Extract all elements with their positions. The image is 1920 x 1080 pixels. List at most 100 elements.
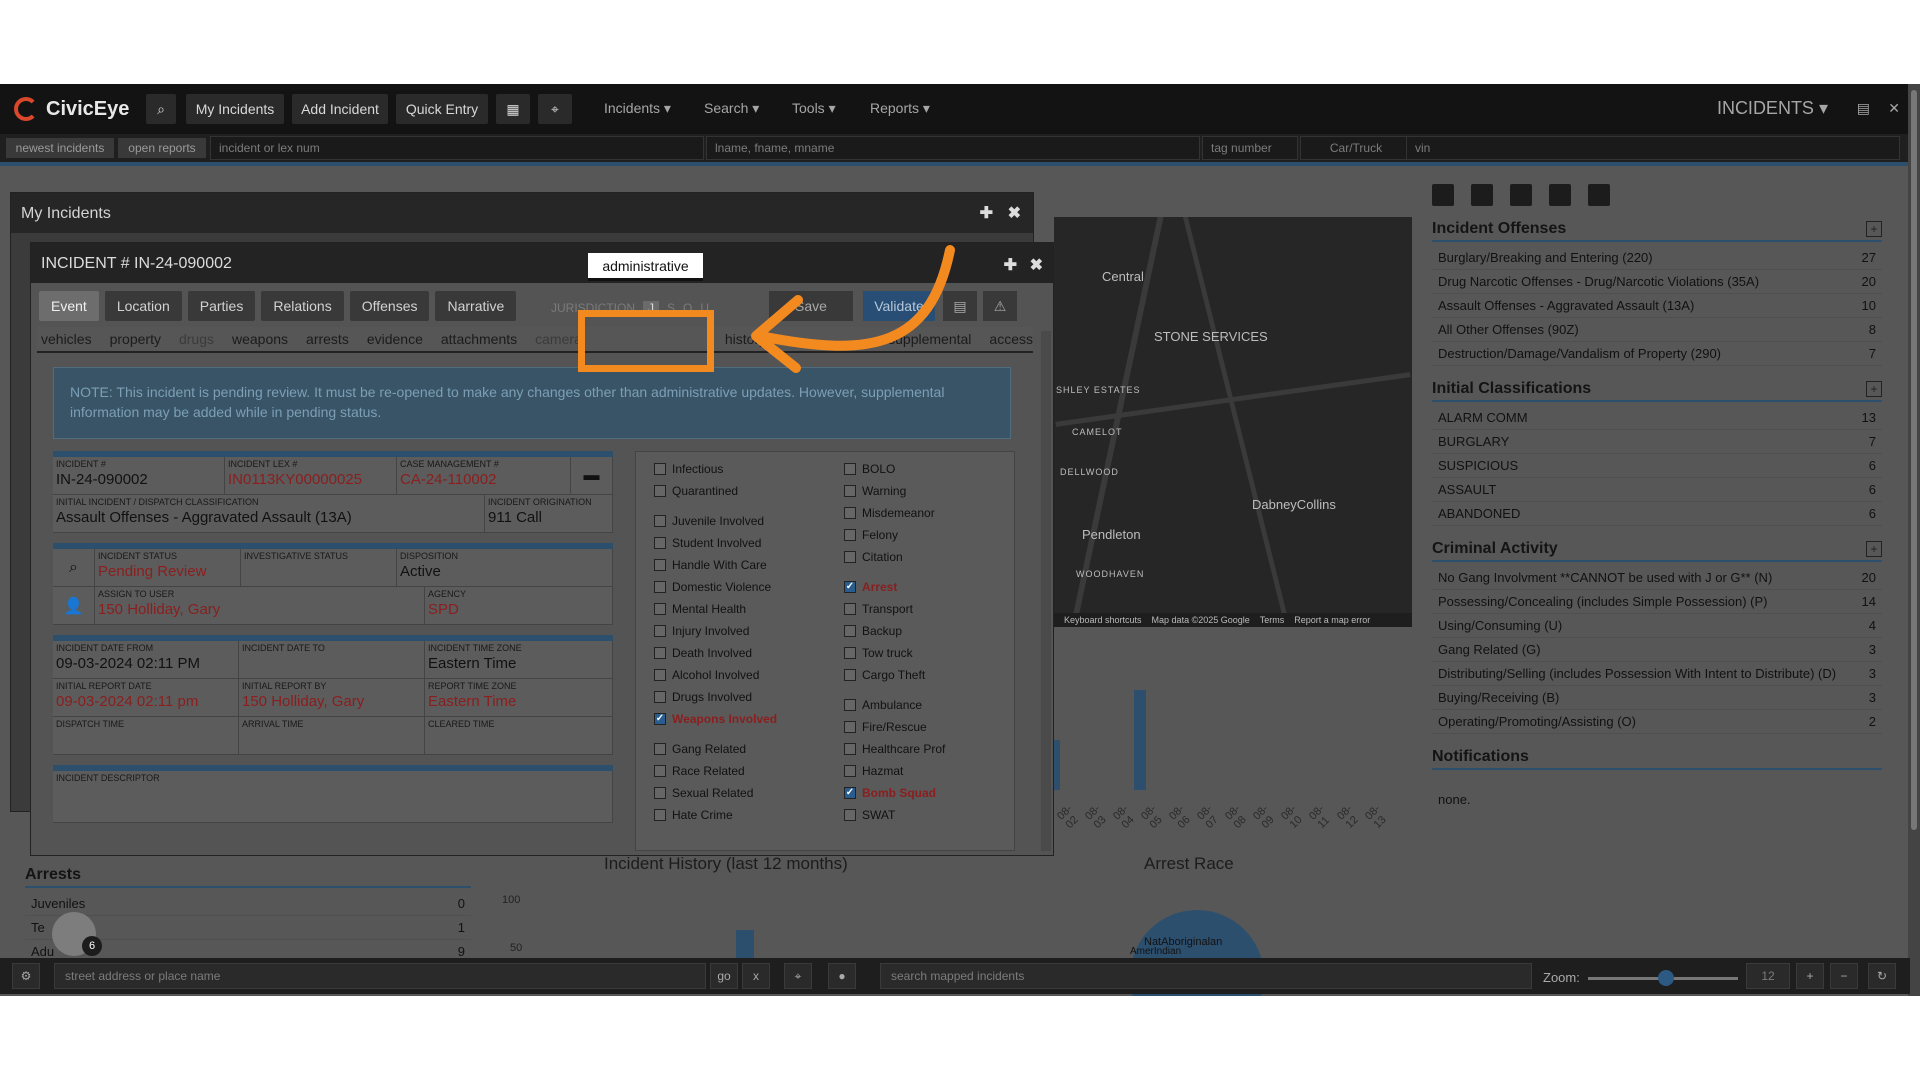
origination-field[interactable]: INCIDENT ORIGINATION 911 Call (485, 495, 613, 533)
flag-tow-truck[interactable]: Tow truck (844, 646, 913, 660)
incident-number-input[interactable]: incident or lex num (210, 136, 704, 160)
module-title[interactable]: INCIDENTS ▾ (1717, 98, 1828, 119)
clear-button[interactable]: x (742, 963, 770, 989)
map-pin-icon[interactable]: ● (828, 963, 856, 989)
dispatch-time-field[interactable]: DISPATCH TIME (53, 717, 239, 755)
scrollbar-thumb[interactable] (1911, 90, 1917, 830)
assign-user-field[interactable]: ASSIGN TO USER 150 Holliday, Gary (95, 587, 425, 625)
flag-bomb-squad[interactable]: ✓ Bomb Squad (844, 786, 936, 800)
initial-classification-field[interactable]: INITIAL INCIDENT / DISPATCH CLASSIFICATI… (53, 495, 485, 533)
search-icon[interactable]: ⌕ (53, 549, 95, 587)
date-to-field[interactable]: INCIDENT DATE TO (239, 641, 425, 679)
subtab-weapons[interactable]: weapons (232, 331, 288, 347)
window-scrollbar[interactable] (1041, 331, 1051, 851)
subtab-evidence[interactable]: evidence (367, 331, 423, 347)
checkbox[interactable] (654, 537, 666, 549)
flag-handle-with-care[interactable]: Handle With Care (654, 558, 767, 572)
checkbox[interactable] (654, 581, 666, 593)
menu-tools[interactable]: Tools ▾ (792, 100, 836, 117)
subtab-drugs[interactable]: drugs (179, 331, 214, 347)
arrival-time-field[interactable]: ARRIVAL TIME (239, 717, 425, 755)
subtab-vehicles[interactable]: vehicles (41, 331, 92, 347)
list-item[interactable]: Burglary/Breaking and Entering (220) 27 (1432, 246, 1882, 270)
checkbox[interactable] (844, 647, 856, 659)
vehicle-type-select[interactable]: Car/Truck (1300, 136, 1412, 160)
flag-arrest[interactable]: ✓ Arrest (844, 580, 897, 594)
page-scrollbar[interactable] (1908, 84, 1920, 996)
tab-offenses[interactable]: Offenses (349, 291, 430, 321)
address-search-input[interactable]: street address or place name (54, 963, 706, 989)
subtab-arrests[interactable]: arrests (306, 331, 349, 347)
checkbox[interactable] (654, 669, 666, 681)
checkbox[interactable] (654, 809, 666, 821)
locate-icon[interactable]: ⌖ (784, 963, 812, 989)
quick-entry-button[interactable]: Quick Entry (396, 94, 488, 124)
flag-misdemeanor[interactable]: Misdemeanor (844, 506, 935, 520)
date-from-field[interactable]: INCIDENT DATE FROM 09-03-2024 02:11 PM (53, 641, 239, 679)
agency-field[interactable]: AGENCY SPD (425, 587, 613, 625)
subtab-access[interactable]: access (989, 331, 1033, 347)
tag-number-input[interactable]: tag number (1202, 136, 1298, 160)
add-icon[interactable]: ✚ (980, 203, 993, 223)
checkbox[interactable] (654, 691, 666, 703)
flag-sexual[interactable]: Sexual Related (654, 786, 753, 800)
expand-icon[interactable]: + (1866, 221, 1882, 237)
report-icon[interactable] (1588, 184, 1610, 206)
incident-descriptor-field[interactable]: INCIDENT DESCRIPTOR (53, 771, 613, 823)
list-item[interactable]: Assault Offenses - Aggravated Assault (1… (1432, 294, 1882, 318)
map-report-link[interactable]: Report a map error (1294, 615, 1370, 625)
map-terms-link[interactable]: Terms (1260, 615, 1285, 625)
flag-domestic[interactable]: Domestic Violence (654, 580, 771, 594)
subtab-attachments[interactable]: attachments (441, 331, 517, 347)
tab-parties[interactable]: Parties (187, 291, 256, 321)
vin-input[interactable]: vin (1406, 136, 1900, 160)
subtab-administrative[interactable]: administrative (588, 253, 703, 281)
checkbox[interactable] (844, 603, 856, 615)
tab-narrative[interactable]: Narrative (435, 291, 517, 321)
close-icon[interactable]: ✕ (1888, 100, 1900, 117)
checkbox[interactable] (844, 669, 856, 681)
subtab-property[interactable]: property (110, 331, 161, 347)
list-item[interactable]: Using/Consuming (U) 4 (1432, 614, 1882, 638)
checkbox[interactable] (844, 765, 856, 777)
window-title[interactable]: My Incidents (11, 193, 1033, 233)
tab-location[interactable]: Location (104, 291, 182, 321)
open-reports-button[interactable]: open reports (118, 138, 206, 158)
calculator-icon[interactable]: ▦ (496, 94, 530, 124)
flag-healthcare[interactable]: Healthcare Prof (844, 742, 945, 756)
checkbox[interactable]: ✓ (844, 787, 856, 799)
calculator-icon[interactable] (1432, 184, 1454, 206)
incident-map[interactable]: Central STONE SERVICES SHLEY ESTATES CAM… (1054, 217, 1412, 627)
map-shortcuts-link[interactable]: Keyboard shortcuts (1064, 615, 1142, 625)
flag-juvenile[interactable]: Juvenile Involved (654, 514, 764, 528)
checkbox[interactable] (844, 551, 856, 563)
zoom-in-button[interactable]: + (1796, 963, 1824, 989)
list-item[interactable]: All Other Offenses (90Z) 8 (1432, 318, 1882, 342)
list-item[interactable]: Possessing/Concealing (includes Simple P… (1432, 590, 1882, 614)
zoom-out-button[interactable]: − (1830, 963, 1858, 989)
go-button[interactable]: go (710, 963, 738, 989)
flag-weapons[interactable]: ✓ Weapons Involved (654, 712, 777, 726)
flag-alcohol[interactable]: Alcohol Involved (654, 668, 759, 682)
close-icon[interactable]: ✖ (1030, 255, 1043, 275)
cleared-time-field[interactable]: CLEARED TIME (425, 717, 613, 755)
calendar-icon[interactable] (1471, 184, 1493, 206)
list-item[interactable]: Drug Narcotic Offenses - Drug/Narcotic V… (1432, 270, 1882, 294)
expand-icon[interactable]: + (1866, 541, 1882, 557)
add-incident-button[interactable]: Add Incident (292, 94, 388, 124)
checkbox[interactable] (844, 721, 856, 733)
list-item[interactable]: Destruction/Damage/Vandalism of Property… (1432, 342, 1882, 366)
zoom-slider-handle[interactable] (1658, 970, 1674, 986)
flag-ambulance[interactable]: Ambulance (844, 698, 922, 712)
flag-fire-rescue[interactable]: Fire/Rescue (844, 720, 927, 734)
list-item[interactable]: BURGLARY 7 (1432, 430, 1882, 454)
flag-cargo-theft[interactable]: Cargo Theft (844, 668, 925, 682)
list-item[interactable]: Operating/Promoting/Assisting (O) 2 (1432, 710, 1882, 734)
flag-student[interactable]: Student Involved (654, 536, 761, 550)
list-item[interactable]: Buying/Receiving (B) 3 (1432, 686, 1882, 710)
investigative-status-field[interactable]: INVESTIGATIVE STATUS (241, 549, 397, 587)
report-date-field[interactable]: INITIAL REPORT DATE 09-03-2024 02:11 pm (53, 679, 239, 717)
flag-gang[interactable]: Gang Related (654, 742, 746, 756)
menu-search[interactable]: Search ▾ (704, 100, 759, 117)
checkbox[interactable] (654, 515, 666, 527)
